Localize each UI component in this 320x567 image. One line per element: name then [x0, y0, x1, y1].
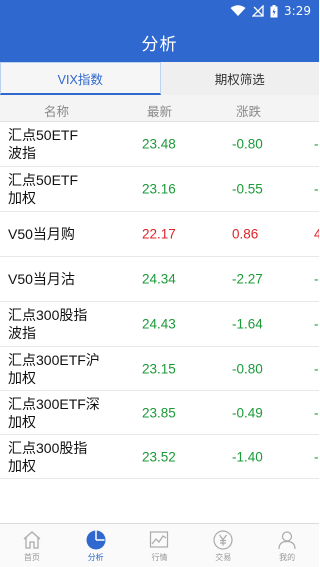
row-extra: -: [314, 449, 319, 464]
home-icon: [23, 530, 41, 549]
row-name: 汇点300ETF沪 加权: [8, 351, 118, 387]
row-name: V50当月购: [8, 225, 118, 243]
row-extra: -: [314, 136, 319, 152]
app-root: 3:29 分析 VIX指数 期权筛选 名称 最新 涨跌 汇点50ETF 波指 2…: [0, 0, 319, 567]
table-row[interactable]: 汇点300ETF沪 加权 23.15 -0.80 -: [0, 347, 319, 391]
row-price: 23.16: [142, 181, 176, 197]
vix-table: 汇点50ETF 波指 23.48 -0.80 - 汇点50ETF 加权 23.1…: [0, 122, 319, 479]
row-price: 22.17: [142, 226, 176, 242]
table-row[interactable]: 汇点50ETF 波指 23.48 -0.80 -: [0, 122, 319, 167]
row-name-line2: 波指: [8, 325, 36, 341]
table-row[interactable]: V50当月沽 24.34 -2.27 -: [0, 257, 319, 302]
row-name-line1: 汇点50ETF: [8, 172, 79, 188]
app-header: 3:29 分析: [0, 0, 319, 62]
row-name: 汇点50ETF 加权: [8, 171, 118, 207]
nav-analysis-label: 分析: [87, 552, 104, 562]
tab-option-screener[interactable]: 期权筛选: [161, 62, 320, 95]
row-extra: -: [314, 361, 319, 376]
nav-profile[interactable]: 我的: [255, 524, 319, 567]
trend-chart-icon: [150, 530, 169, 548]
column-header-price[interactable]: 最新: [147, 101, 172, 120]
row-name-line2: 加权: [8, 190, 36, 206]
table-row[interactable]: 汇点300ETF深 加权 23.85 -0.49 -: [0, 391, 319, 435]
row-name-line2: 加权: [8, 413, 36, 430]
row-name-line1: 汇点300ETF沪: [8, 351, 100, 368]
column-header-change[interactable]: 涨跌: [236, 101, 261, 120]
tab-bar: VIX指数 期权筛选: [0, 62, 319, 95]
row-price: 23.52: [142, 449, 176, 464]
row-name-line2: 加权: [8, 457, 36, 474]
battery-icon: [270, 4, 278, 17]
row-price: 24.34: [142, 271, 176, 287]
row-change: -0.80: [232, 361, 263, 376]
row-name-line1: V50当月沽: [8, 271, 75, 287]
row-price: 24.43: [142, 316, 176, 332]
nav-market[interactable]: 行情: [128, 524, 192, 567]
row-change: -0.49: [232, 405, 263, 420]
row-price: 23.85: [142, 405, 176, 420]
row-name-line1: 汇点300股指: [8, 307, 88, 323]
row-name-line1: 汇点300股指: [8, 439, 88, 456]
nav-profile-label: 我的: [279, 552, 296, 562]
table-row[interactable]: V50当月购 22.17 0.86 4: [0, 212, 319, 257]
nav-market-label: 行情: [151, 552, 168, 562]
row-name-line1: 汇点50ETF: [8, 127, 79, 143]
row-price: 23.15: [142, 361, 176, 376]
user-icon: [278, 530, 296, 549]
row-name-line2: 波指: [8, 145, 36, 161]
row-extra: -: [314, 181, 319, 197]
table-header: 名称 最新 涨跌: [0, 95, 319, 122]
row-change: -1.40: [232, 449, 263, 464]
nav-home[interactable]: 首页: [0, 524, 64, 567]
row-change: -1.64: [232, 316, 263, 332]
row-name-line1: V50当月购: [8, 226, 75, 242]
pie-chart-icon: [86, 530, 106, 549]
nav-analysis[interactable]: 分析: [64, 524, 128, 567]
row-name-line1: 汇点300ETF深: [8, 395, 100, 412]
row-change: -0.55: [232, 181, 263, 197]
row-price: 23.48: [142, 136, 176, 152]
row-name: V50当月沽: [8, 270, 118, 288]
status-bar: 3:29: [0, 0, 319, 22]
row-change: -0.80: [232, 136, 263, 152]
row-extra: -: [314, 316, 319, 332]
bottom-nav: 首页 分析 行情 交易 我的: [0, 523, 319, 567]
row-name: 汇点50ETF 波指: [8, 126, 118, 162]
status-icons: 3:29: [230, 4, 311, 18]
row-name: 汇点300股指 波指: [8, 306, 118, 342]
row-extra: -: [314, 271, 319, 287]
nav-home-label: 首页: [23, 552, 40, 562]
table-row[interactable]: 汇点300股指 加权 23.52 -1.40 -: [0, 435, 319, 479]
row-change: -2.27: [232, 271, 263, 287]
nav-trade[interactable]: 交易: [191, 524, 255, 567]
yen-icon: [213, 529, 233, 550]
wifi-icon: [230, 5, 246, 16]
table-row[interactable]: 汇点50ETF 加权 23.16 -0.55 -: [0, 167, 319, 212]
row-name: 汇点300股指 加权: [8, 439, 118, 475]
table-row[interactable]: 汇点300股指 波指 24.43 -1.64 -: [0, 302, 319, 347]
no-signal-icon: [252, 5, 264, 17]
row-name-line2: 加权: [8, 369, 36, 386]
column-header-name[interactable]: 名称: [44, 101, 69, 120]
row-extra: -: [314, 405, 319, 420]
nav-trade-label: 交易: [215, 552, 232, 562]
row-change: 0.86: [232, 226, 259, 242]
row-extra: 4: [314, 226, 319, 242]
page-title: 分析: [141, 35, 178, 54]
row-name: 汇点300ETF深 加权: [8, 395, 118, 431]
tab-vix-index[interactable]: VIX指数: [0, 62, 161, 95]
status-time: 3:29: [284, 4, 311, 18]
